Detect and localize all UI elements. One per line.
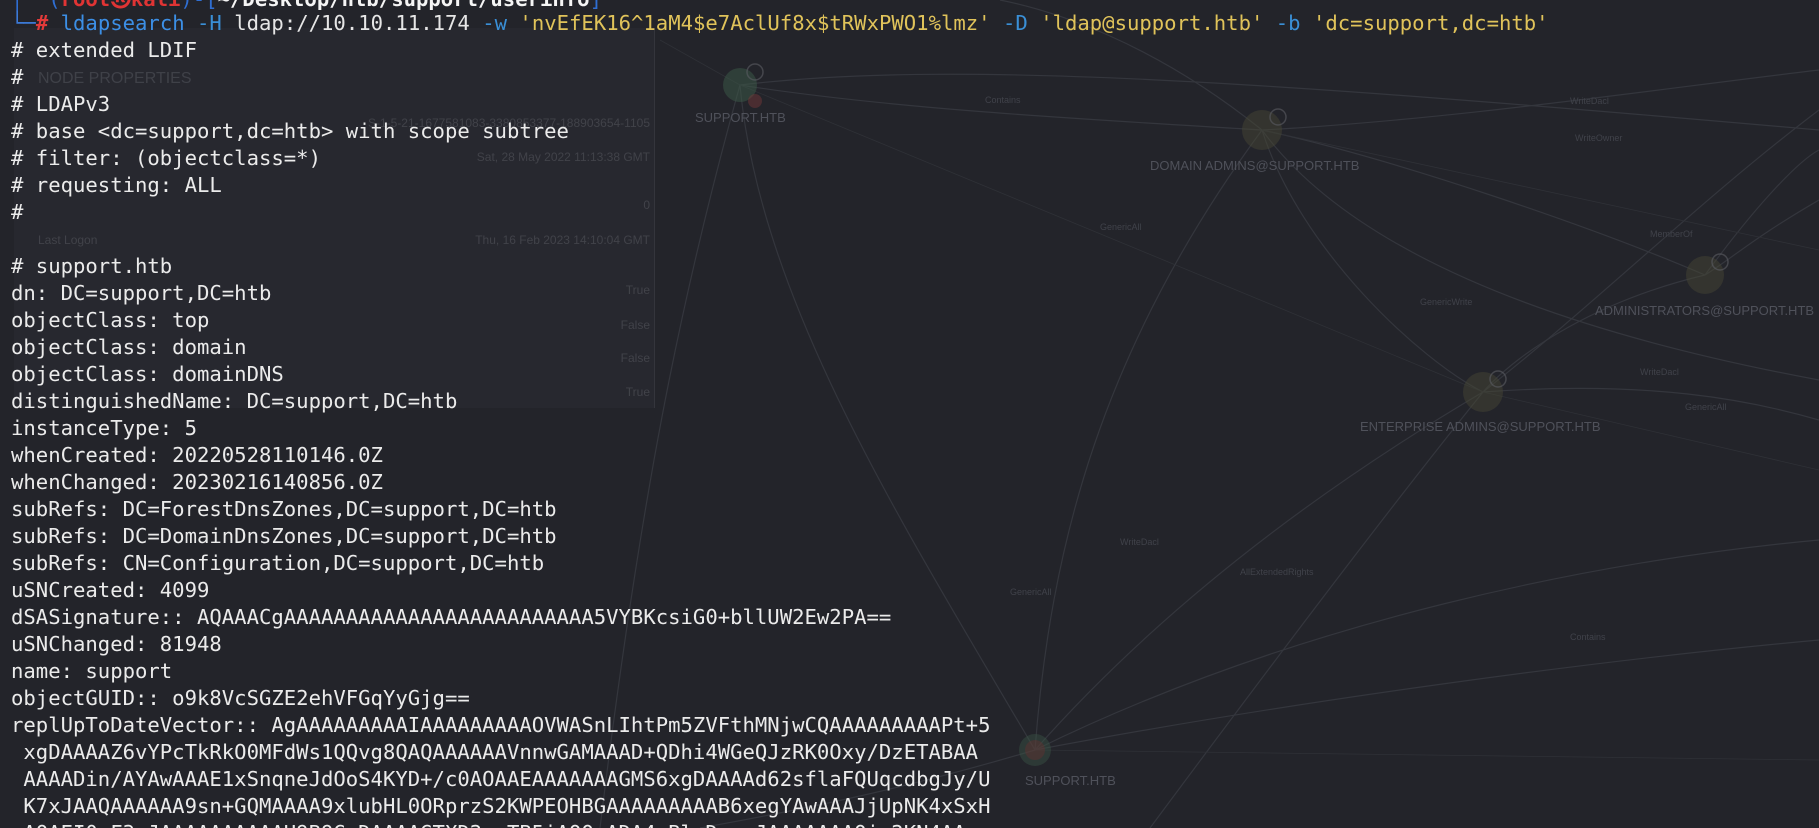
terminal-window[interactable]: ┌──(root㉿kali)-[~/Desktop/htb/support/us… [0, 0, 1819, 828]
output-line: AOAEI0aF3aJAAAAAAAAAAH9B9GeDAAAAGTXD2mvT… [11, 820, 965, 828]
output-line: K7xJAAQAAAAAA9sn+GQMAAAA9xlubHL0ORprzS2K… [11, 794, 991, 818]
output-line: # LDAPv3 [11, 92, 111, 116]
prompt-corner: └─ [11, 11, 36, 35]
ldap-uri: ldap://10.10.11.174 [234, 11, 470, 35]
flag-d: -D [990, 11, 1041, 35]
output-line: uSNCreated: 4099 [11, 578, 210, 602]
output-line: # base <dc=support,dc=htb> with scope su… [11, 119, 569, 143]
flag-b: -b [1263, 11, 1313, 35]
output-line: AAAADin/AYAwAAAE1xSnqneJdOoS4KYD+/c0AOAA… [11, 767, 991, 791]
output-line: # [11, 200, 24, 224]
output-line: # extended LDIF [11, 38, 197, 62]
output-line: uSNChanged: 81948 [11, 632, 222, 656]
output-line: # filter: (objectclass=*) [11, 146, 321, 170]
output-line: whenCreated: 20220528110146.0Z [11, 443, 383, 467]
output-line: xgDAAAAZ6vYPcTkRkO0MFdWs1QQvg8QAQAAAAAAV… [11, 740, 979, 764]
command-line[interactable]: └─# ldapsearch -H ldap://10.10.11.174 -w… [11, 10, 1549, 37]
output-line: objectGUID:: o9k8VcSGZE2ehVFGqYyGjg== [11, 686, 470, 710]
output-line: whenChanged: 20230216140856.0Z [11, 470, 383, 494]
output-line: dSASignature:: AQAAACgAAAAAAAAAAAAAAAAAA… [11, 605, 892, 629]
prompt-hash: # [35, 11, 61, 35]
bind-dn-arg: 'ldap@support.htb' [1040, 11, 1264, 35]
output-line: subRefs: CN=Configuration,DC=support,DC=… [11, 551, 545, 575]
output-line: objectClass: domain [11, 335, 247, 359]
output-line: instanceType: 5 [11, 416, 197, 440]
output-line: replUpToDateVector:: AgAAAAAAAAAIAAAAAAA… [11, 713, 991, 737]
output-line: objectClass: top [11, 308, 210, 332]
output-line: # support.htb [11, 254, 173, 278]
base-dn-arg: 'dc=support,dc=htb' [1312, 11, 1549, 35]
output-line: subRefs: DC=ForestDnsZones,DC=support,DC… [11, 497, 557, 521]
output-line: objectClass: domainDNS [11, 362, 284, 386]
output-line: dn: DC=support,DC=htb [11, 281, 272, 305]
command-name: ldapsearch [60, 11, 185, 35]
flag-w: -w [469, 11, 520, 35]
password-arg: 'nvEfEK16^1aM4$e7AclUf8x$tRWxPWO1%lmz' [519, 11, 991, 35]
output-line: # [11, 65, 24, 89]
flag-h: -H [184, 11, 235, 35]
output-line: name: support [11, 659, 173, 683]
output-line: # requesting: ALL [11, 173, 222, 197]
output-line: subRefs: DC=DomainDnsZones,DC=support,DC… [11, 524, 557, 548]
output-line: distinguishedName: DC=support,DC=htb [11, 389, 458, 413]
